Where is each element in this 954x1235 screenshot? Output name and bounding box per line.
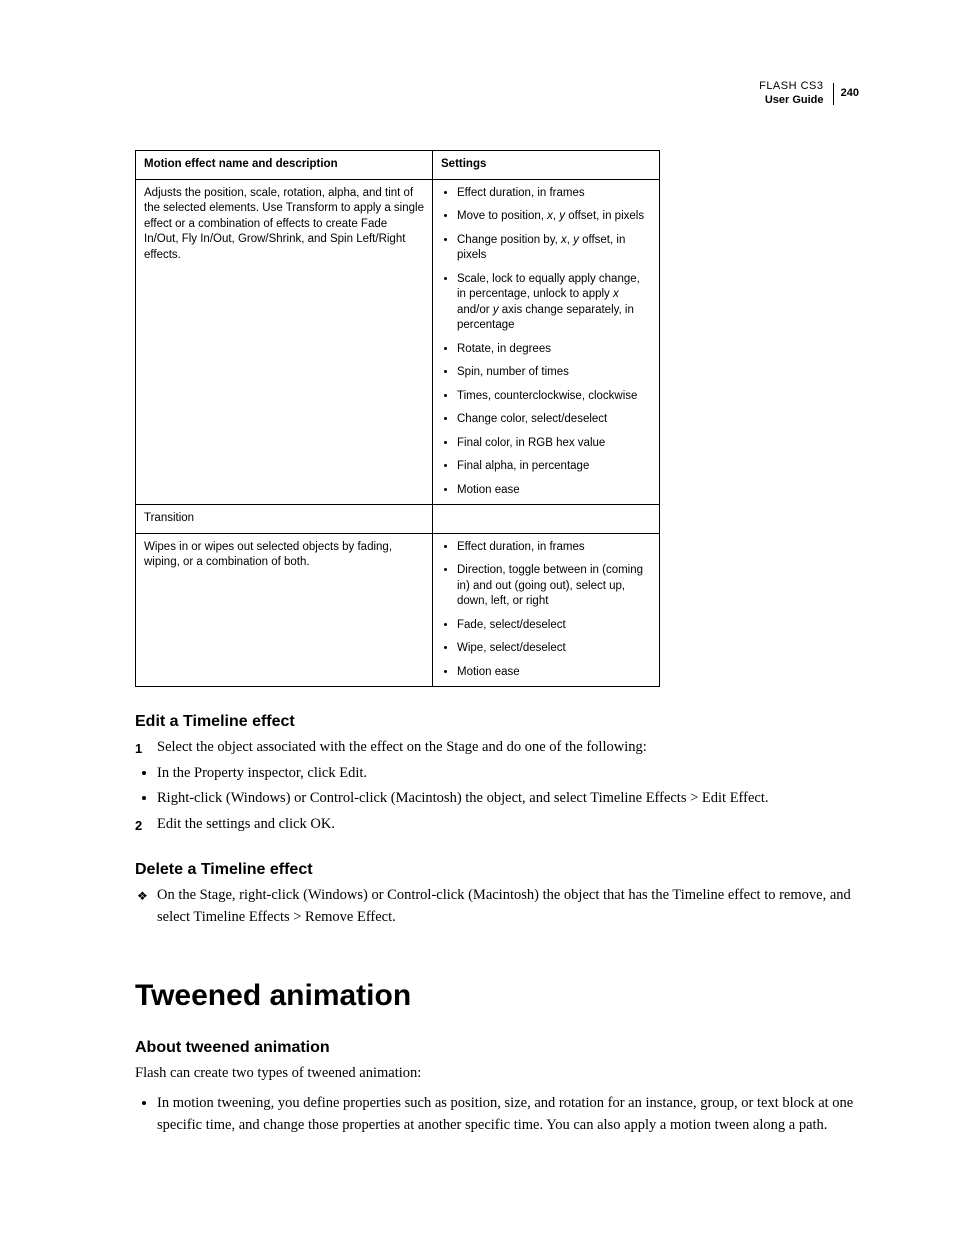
transition-desc: Wipes in or wipes out selected objects b… [136,533,433,687]
about-intro: Flash can create two types of tweened an… [135,1063,859,1083]
transition-empty [433,505,660,534]
edit-sub-bullets: In the Property inspector, click Edit. R… [135,763,859,810]
table-row: Transition [136,505,660,534]
setting-item: Final color, in RGB hex value [457,436,651,452]
setting-item: Fade, select/deselect [457,618,651,634]
table-row: Adjusts the position, scale, rotation, a… [136,179,660,505]
effects-table: Motion effect name and description Setti… [135,150,660,687]
header-divider [833,83,834,105]
delete-instruction: ❖ On the Stage, right-click (Windows) or… [135,885,859,929]
setting-item: Change position by, x, y offset, in pixe… [457,233,651,264]
setting-item: Effect duration, in frames [457,186,651,202]
setting-item: Move to position, x, y offset, in pixels [457,209,651,225]
setting-item: Change color, select/deselect [457,412,651,428]
setting-item: Direction, toggle between in (coming in)… [457,563,651,610]
section-heading-delete: Delete a Timeline effect [135,861,859,879]
setting-item: Motion ease [457,483,651,499]
edit-steps: 1Select the object associated with the e… [135,737,859,759]
setting-item: Wipe, select/deselect [457,641,651,657]
transition-title: Transition [136,505,433,534]
transform-desc: Adjusts the position, scale, rotation, a… [136,179,433,505]
page-number: 240 [841,87,859,99]
page-header: FLASH CS3 User Guide 240 [759,80,859,108]
bullet-item: In motion tweening, you define propertie… [157,1093,859,1137]
setting-item: Spin, number of times [457,365,651,381]
setting-item: Times, counterclockwise, clockwise [457,389,651,405]
diamond-icon: ❖ [137,887,148,905]
transform-settings: Effect duration, in frames Move to posit… [433,179,660,505]
table-header-name: Motion effect name and description [136,151,433,180]
table-row: Wipes in or wipes out selected objects b… [136,533,660,687]
header-subtitle: User Guide [765,94,824,106]
bullet-item: In the Property inspector, click Edit. [157,763,859,785]
setting-item: Rotate, in degrees [457,342,651,358]
header-product: FLASH CS3 [759,80,823,92]
step-item: 2Edit the settings and click OK. [135,814,859,836]
section-heading-about: About tweened animation [135,1039,859,1057]
section-heading-edit: Edit a Timeline effect [135,713,859,731]
step-item: 1Select the object associated with the e… [135,737,859,759]
about-bullets: In motion tweening, you define propertie… [135,1093,859,1137]
setting-item: Scale, lock to equally apply change, in … [457,272,651,334]
table-header-settings: Settings [433,151,660,180]
setting-item: Motion ease [457,665,651,681]
setting-item: Final alpha, in percentage [457,459,651,475]
bullet-item: Right-click (Windows) or Control-click (… [157,788,859,810]
edit-steps-cont: 2Edit the settings and click OK. [135,814,859,836]
chapter-heading: Tweened animation [135,979,859,1013]
setting-item: Effect duration, in frames [457,540,651,556]
transition-settings: Effect duration, in frames Direction, to… [433,533,660,687]
